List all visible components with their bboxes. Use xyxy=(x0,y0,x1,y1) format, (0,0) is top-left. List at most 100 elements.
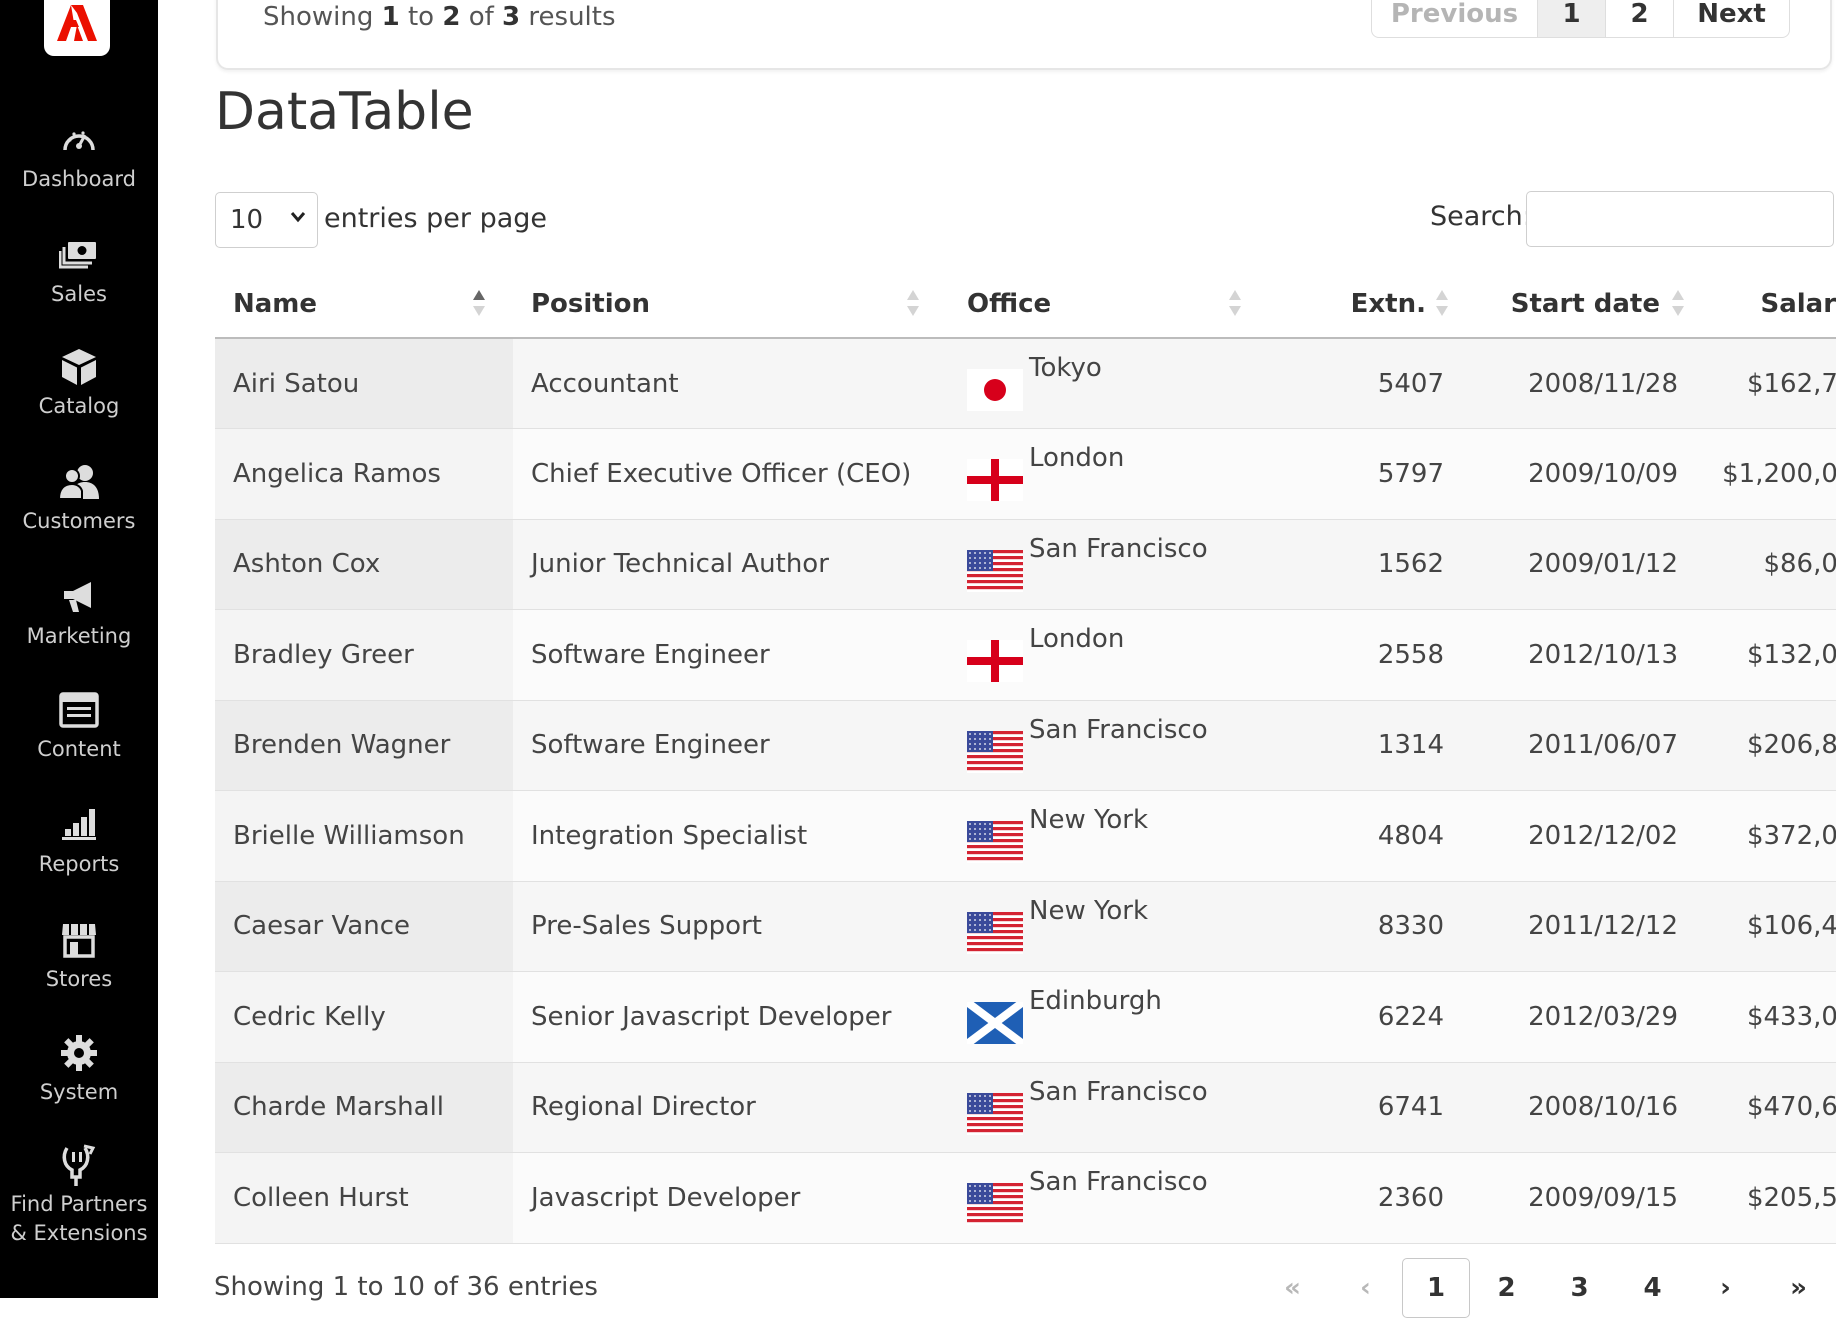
cell-start-date: 2009/01/12 xyxy=(1462,519,1696,610)
cell-office: London xyxy=(949,428,1267,520)
gear-icon xyxy=(57,1031,101,1075)
office-city: San Francisco xyxy=(1029,714,1208,745)
entries-per-page-select[interactable]: 10 xyxy=(215,192,318,248)
next-page-button[interactable]: › xyxy=(1689,1258,1762,1318)
sidebar-item-sales[interactable]: Sales xyxy=(0,233,158,333)
chevron-down-icon xyxy=(290,212,306,223)
page-1-button[interactable]: 1 xyxy=(1537,0,1605,37)
page-2-button[interactable]: 2 xyxy=(1470,1258,1543,1318)
sidebar-item-label: System xyxy=(39,1080,119,1104)
office-city: New York xyxy=(1029,805,1149,835)
sidebar-item-label: Find Partners & Extensions xyxy=(10,1192,148,1245)
cell-position: Accountant xyxy=(513,338,949,429)
cell-position: Chief Executive Officer (CEO) xyxy=(513,428,949,520)
sidebar-item-system[interactable]: System xyxy=(0,1031,158,1131)
cell-position: Junior Technical Author xyxy=(513,519,949,610)
table-row[interactable]: Ashton Cox Junior Technical Author San Fra… xyxy=(215,519,1836,610)
table-row[interactable]: Brielle Williamson Integration Specialist… xyxy=(215,790,1836,882)
cell-salary: $1,200,000 xyxy=(1696,428,1836,520)
column-header-position[interactable]: Position xyxy=(513,270,949,339)
cell-start-date: 2012/12/02 xyxy=(1462,790,1696,882)
sidebar-item-label: Marketing xyxy=(26,624,132,648)
table-pagination: « ‹ 1 2 3 4 › » xyxy=(1256,1258,1835,1318)
cell-position: Software Engineer xyxy=(513,700,949,791)
column-header-salary[interactable]: Salary xyxy=(1696,270,1836,339)
office-city: San Francisco xyxy=(1029,1076,1208,1107)
speedometer-icon xyxy=(57,118,101,162)
japan-flag-icon xyxy=(967,369,1023,411)
cell-start-date: 2009/09/15 xyxy=(1462,1152,1696,1244)
next-page-button[interactable]: Next xyxy=(1673,0,1789,37)
cell-salary: $132,000 xyxy=(1696,609,1836,701)
cell-name: Angelica Ramos xyxy=(215,428,513,520)
cell-office: Edinburgh xyxy=(949,971,1267,1063)
column-header-extn[interactable]: Extn. xyxy=(1267,270,1462,339)
cell-extn: 6741 xyxy=(1267,1062,1462,1153)
sidebar-item-dashboard[interactable]: Dashboard xyxy=(0,118,158,218)
megaphone-icon xyxy=(57,575,101,619)
page-1-button[interactable]: 1 xyxy=(1402,1258,1470,1318)
cell-start-date: 2008/10/16 xyxy=(1462,1062,1696,1153)
usa-flag-icon xyxy=(967,1092,1023,1135)
cell-extn: 1314 xyxy=(1267,700,1462,791)
cell-start-date: 2012/10/13 xyxy=(1462,609,1696,701)
column-header-office[interactable]: Office xyxy=(949,270,1267,339)
page-2-button[interactable]: 2 xyxy=(1605,0,1673,37)
cell-salary: $205,500 xyxy=(1696,1152,1836,1244)
page-4-button[interactable]: 4 xyxy=(1616,1258,1689,1318)
cell-name: Colleen Hurst xyxy=(215,1152,513,1244)
table-row[interactable]: Brenden Wagner Software Engineer San Franc… xyxy=(215,700,1836,791)
office-city: New York xyxy=(1029,895,1149,926)
cell-extn: 4804 xyxy=(1267,790,1462,882)
sort-icon xyxy=(1436,290,1448,318)
england-flag-icon xyxy=(967,459,1023,501)
cell-salary: $433,060 xyxy=(1696,971,1836,1063)
column-header-start-date[interactable]: Start date xyxy=(1462,270,1696,339)
search-input[interactable] xyxy=(1526,191,1834,247)
column-header-name[interactable]: Name xyxy=(215,270,513,339)
search-label: Search: xyxy=(1430,201,1532,232)
sidebar-item-catalog[interactable]: Catalog xyxy=(0,345,158,445)
cell-office: Tokyo xyxy=(949,338,1267,429)
users-icon xyxy=(57,460,101,504)
table-row[interactable]: Airi Satou Accountant Tokyo 5407 2008/11/28 $… xyxy=(215,338,1836,429)
store-icon xyxy=(57,918,101,962)
cell-name: Ashton Cox xyxy=(215,519,513,610)
cell-name: Brenden Wagner xyxy=(215,700,513,791)
cell-salary: $372,000 xyxy=(1696,790,1836,882)
first-page-button[interactable]: « xyxy=(1256,1258,1329,1318)
office-city: London xyxy=(1029,624,1125,654)
table-row[interactable]: Colleen Hurst Javascript Developer San Fra… xyxy=(215,1152,1836,1244)
table-row[interactable]: Bradley Greer Software Engineer London 2558… xyxy=(215,609,1836,701)
sidebar-item-find-partners[interactable]: Find Partners & Extensions xyxy=(0,1144,158,1264)
prev-page-button[interactable]: ‹ xyxy=(1329,1258,1402,1318)
cell-office: New York xyxy=(949,881,1267,972)
last-page-button[interactable]: » xyxy=(1762,1258,1835,1318)
scotland-flag-icon xyxy=(964,998,1026,1048)
cell-salary: $106,450 xyxy=(1696,881,1836,972)
previous-page-button[interactable]: Previous xyxy=(1372,0,1537,37)
cell-start-date: 2009/10/09 xyxy=(1462,428,1696,520)
cell-office: San Francisco xyxy=(949,519,1267,610)
cell-name: Airi Satou xyxy=(215,338,513,429)
cell-extn: 5797 xyxy=(1267,428,1462,520)
cell-office: San Francisco xyxy=(949,1152,1267,1244)
table-row[interactable]: Angelica Ramos Chief Executive Officer (C… xyxy=(215,428,1836,520)
sidebar-item-stores[interactable]: Stores xyxy=(0,918,158,1018)
table-row[interactable]: Charde Marshall Regional Director San Fran… xyxy=(215,1062,1836,1153)
table-row[interactable]: Caesar Vance Pre-Sales Support New York 833… xyxy=(215,881,1836,972)
cell-position: Senior Javascript Developer xyxy=(513,971,949,1063)
usa-flag-icon xyxy=(967,821,1023,863)
sidebar-item-marketing[interactable]: Marketing xyxy=(0,575,158,675)
cell-office: London xyxy=(949,609,1267,701)
sidebar-item-reports[interactable]: Reports xyxy=(0,803,158,903)
adobe-logo[interactable] xyxy=(44,0,110,56)
sidebar-item-label: Sales xyxy=(51,282,107,306)
sidebar-item-customers[interactable]: Customers xyxy=(0,460,158,560)
sidebar-item-content[interactable]: Content xyxy=(0,688,158,788)
page-3-button[interactable]: 3 xyxy=(1543,1258,1616,1318)
table-row[interactable]: Cedric Kelly Senior Javascript Developer E… xyxy=(215,971,1836,1063)
sort-icon xyxy=(1672,290,1684,318)
usa-flag-icon xyxy=(967,911,1023,954)
cell-start-date: 2012/03/29 xyxy=(1462,971,1696,1063)
